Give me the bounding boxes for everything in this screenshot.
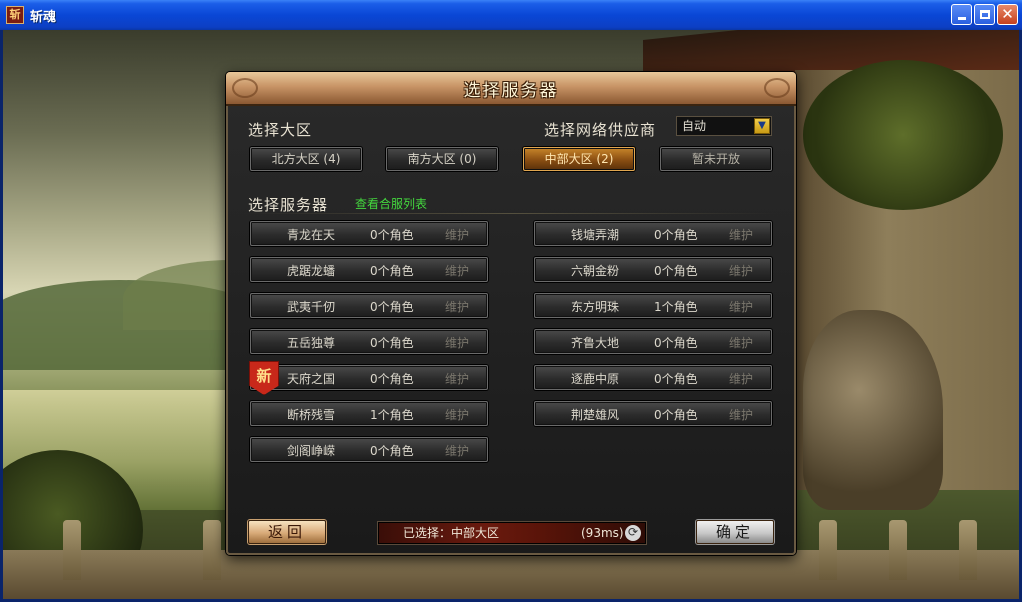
isp-selected-value: 自动 — [682, 119, 707, 133]
server-role-count: 0个角色 — [370, 264, 414, 278]
server-name: 钱塘弄潮 — [571, 228, 620, 242]
server-status: 维护 — [445, 372, 470, 386]
server-label: 选择服务器 — [248, 196, 329, 214]
minimize-icon — [957, 17, 966, 20]
server-button[interactable]: 钱塘弄潮 0个角色 维护 — [534, 221, 772, 246]
server-name: 六朝金粉 — [571, 264, 620, 278]
server-button[interactable]: 五岳独尊 0个角色 维护 — [250, 329, 488, 354]
server-button[interactable]: 齐鲁大地 0个角色 维护 — [534, 329, 772, 354]
header-ornament-icon — [764, 78, 790, 98]
server-name: 剑阁峥嵘 — [287, 444, 336, 458]
refresh-icon[interactable]: ⟳ — [625, 525, 641, 541]
server-status: 维护 — [729, 372, 754, 386]
server-name: 五岳独尊 — [287, 336, 336, 350]
server-status: 维护 — [729, 336, 754, 350]
title-bar[interactable]: 斩 斩魂 ✕ — [0, 0, 1022, 30]
region-button-south[interactable]: 南方大区 (0) — [386, 147, 498, 171]
server-name: 武夷千仞 — [287, 300, 336, 314]
isp-dropdown[interactable]: 自动 ▼ — [676, 116, 772, 136]
server-role-count: 0个角色 — [654, 408, 698, 422]
server-role-count: 0个角色 — [654, 264, 698, 278]
server-button[interactable]: 青龙在天 0个角色 维护 — [250, 221, 488, 246]
server-status: 维护 — [445, 408, 470, 422]
server-name: 青龙在天 — [287, 228, 336, 242]
server-status: 维护 — [445, 264, 470, 278]
server-button[interactable]: 六朝金粉 0个角色 维护 — [534, 257, 772, 282]
maximize-icon — [979, 10, 990, 19]
server-status: 维护 — [445, 444, 470, 458]
server-status: 维护 — [729, 300, 754, 314]
server-button[interactable]: 武夷千仞 0个角色 维护 — [250, 293, 488, 318]
server-name: 断桥残雪 — [287, 408, 336, 422]
maximize-button[interactable] — [974, 4, 995, 25]
window-controls: ✕ — [951, 4, 1018, 25]
close-button[interactable]: ✕ — [997, 4, 1018, 25]
server-status: 维护 — [445, 228, 470, 242]
server-status: 维护 — [445, 336, 470, 350]
server-name: 逐鹿中原 — [571, 372, 620, 386]
divider — [244, 213, 778, 214]
header-ornament-icon — [232, 78, 258, 98]
server-role-count: 0个角色 — [654, 372, 698, 386]
server-button[interactable]: 剑阁峥嵘 0个角色 维护 — [250, 437, 488, 462]
close-icon: ✕ — [1001, 5, 1014, 23]
selected-region-text: 已选择：中部大区 — [403, 526, 500, 540]
server-status: 维护 — [445, 300, 470, 314]
server-button[interactable]: 荆楚雄风 0个角色 维护 — [534, 401, 772, 426]
server-role-count: 0个角色 — [370, 372, 414, 386]
dialog-header: 选择服务器 — [226, 72, 796, 106]
merged-server-list-link[interactable]: 查看合服列表 — [355, 195, 427, 212]
region-button-central[interactable]: 中部大区 (2) — [523, 147, 635, 171]
server-status: 维护 — [729, 264, 754, 278]
server-role-count: 0个角色 — [654, 228, 698, 242]
server-name: 荆楚雄风 — [571, 408, 620, 422]
server-name: 齐鲁大地 — [571, 336, 620, 350]
region-button-unavailable[interactable]: 暂未开放 — [660, 147, 772, 171]
game-window: 斩 斩魂 ✕ 选择服务器 选择大区 选择网络供应商 自动 ▼ 北方大区 (4) … — [0, 0, 1022, 602]
server-button[interactable]: 逐鹿中原 0个角色 维护 — [534, 365, 772, 390]
server-role-count: 0个角色 — [370, 300, 414, 314]
server-name: 东方明珠 — [571, 300, 620, 314]
server-role-count: 1个角色 — [654, 300, 698, 314]
server-button[interactable]: 新 天府之国 0个角色 维护 — [249, 361, 488, 395]
confirm-button[interactable]: 确定 — [696, 520, 774, 544]
server-role-count: 1个角色 — [370, 408, 414, 422]
minimize-button[interactable] — [951, 4, 972, 25]
isp-label: 选择网络供应商 — [544, 121, 657, 139]
region-label: 选择大区 — [248, 121, 313, 139]
server-status: 维护 — [729, 408, 754, 422]
server-role-count: 0个角色 — [370, 444, 414, 458]
server-name: 天府之国 — [287, 372, 336, 386]
new-server-badge: 新 — [249, 361, 279, 395]
latency-text: (93ms) — [581, 526, 624, 540]
server-button[interactable]: 东方明珠 1个角色 维护 — [534, 293, 772, 318]
app-logo-icon: 斩 — [6, 6, 24, 24]
server-role-count: 0个角色 — [370, 336, 414, 350]
server-status: 维护 — [729, 228, 754, 242]
server-button[interactable]: 虎踞龙蟠 0个角色 维护 — [250, 257, 488, 282]
selection-status-bar: 已选择：中部大区 (93ms) ⟳ — [378, 522, 646, 544]
dropdown-arrow-icon[interactable]: ▼ — [754, 118, 770, 134]
server-button[interactable]: 断桥残雪 1个角色 维护 — [250, 401, 488, 426]
server-role-count: 0个角色 — [654, 336, 698, 350]
region-button-north[interactable]: 北方大区 (4) — [250, 147, 362, 171]
server-role-count: 0个角色 — [370, 228, 414, 242]
server-name: 虎踞龙蟠 — [287, 264, 336, 278]
window-title: 斩魂 — [30, 9, 57, 25]
back-button[interactable]: 返回 — [248, 520, 326, 544]
dialog-title: 选择服务器 — [463, 80, 559, 101]
server-select-dialog: 选择服务器 选择大区 选择网络供应商 自动 ▼ 北方大区 (4) 南方大区 (0… — [226, 72, 796, 555]
